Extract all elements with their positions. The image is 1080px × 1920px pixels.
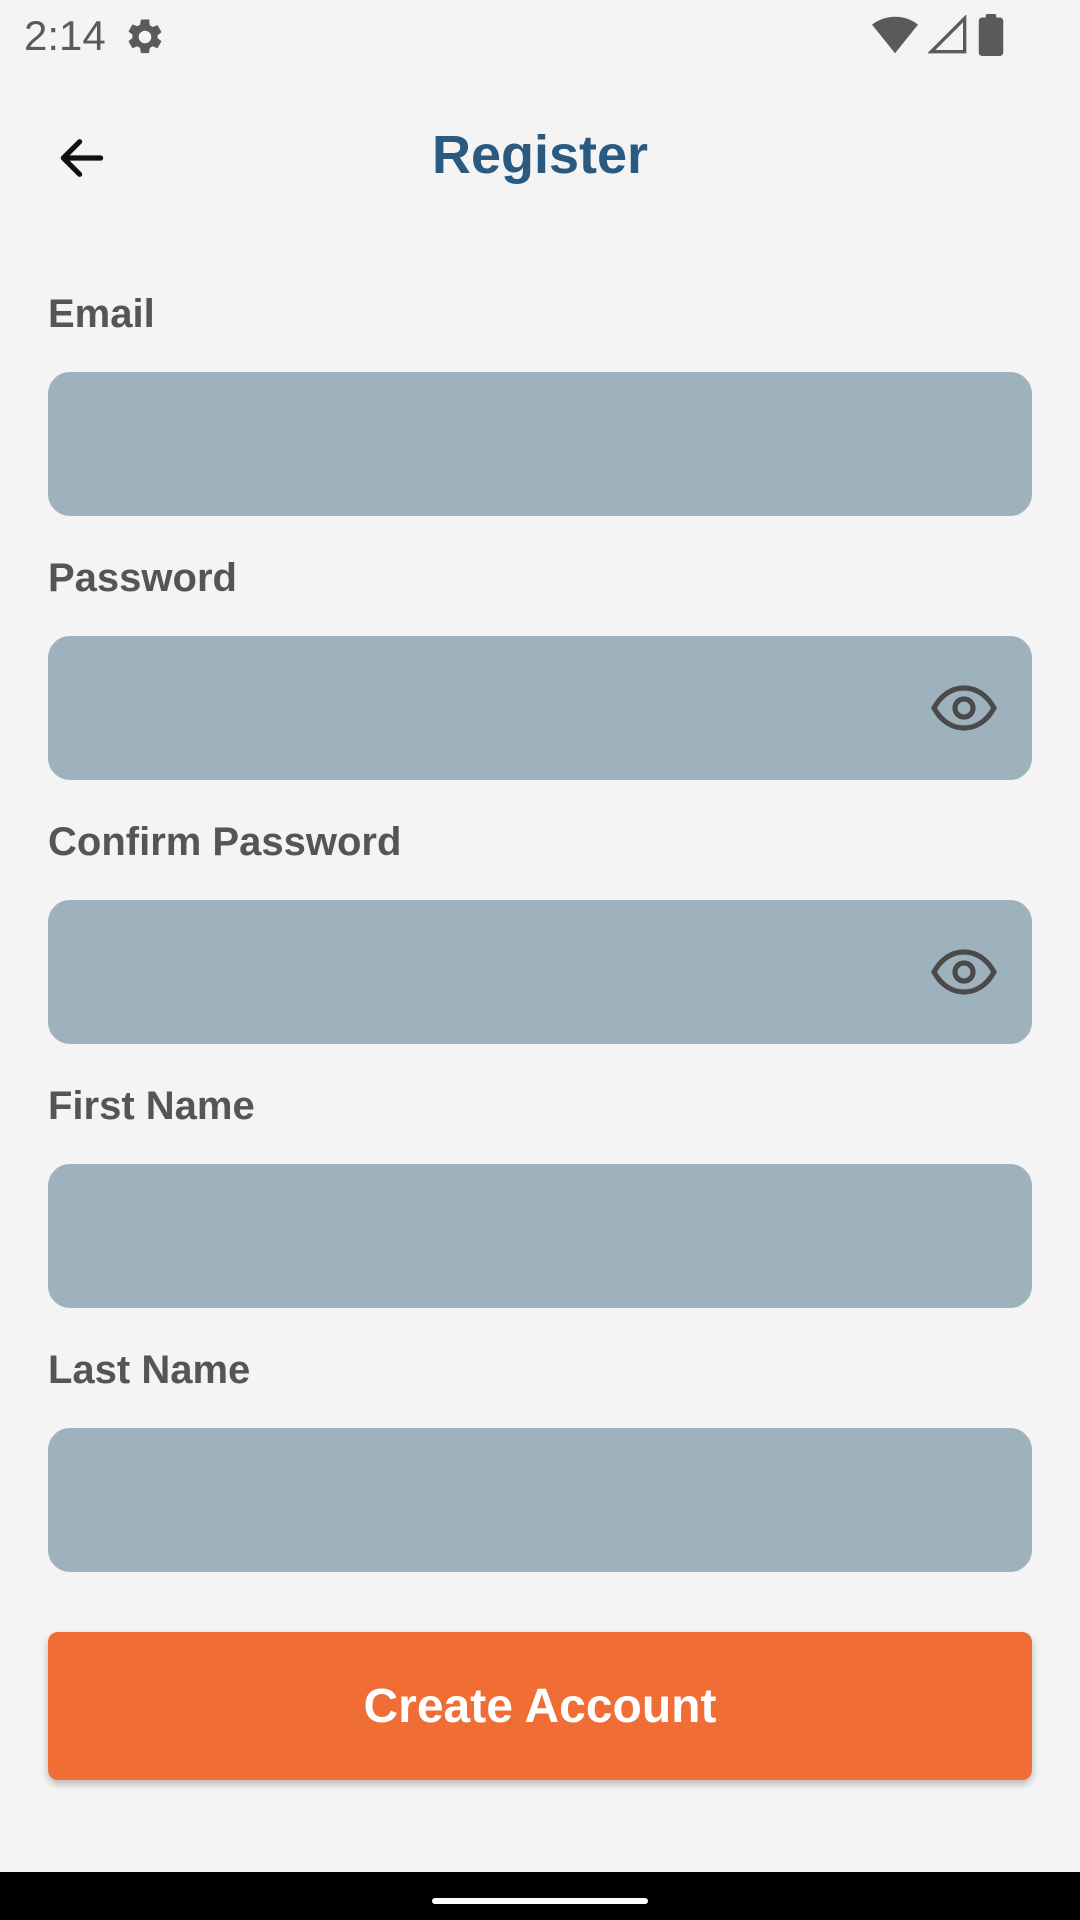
password-visibility-toggle[interactable] (930, 680, 998, 736)
status-time: 2:14 (24, 12, 106, 59)
eye-icon (931, 949, 997, 995)
status-icons (872, 14, 1004, 56)
last-name-input[interactable] (48, 1428, 1032, 1572)
create-account-button[interactable]: Create Account (48, 1632, 1032, 1780)
first-name-label: First Name (48, 1084, 255, 1128)
confirm-password-input[interactable] (48, 900, 1032, 1044)
email-input[interactable] (48, 372, 1032, 516)
app-bar: Register (0, 96, 1080, 216)
gear-icon (128, 19, 162, 54)
first-name-input[interactable] (48, 1164, 1032, 1308)
password-input[interactable] (48, 636, 1032, 780)
battery-icon (978, 14, 1004, 56)
email-label: Email (48, 292, 155, 336)
register-screen: 2:14 Register Email Password Confirm Pas… (0, 0, 1080, 1920)
password-label: Password (48, 556, 237, 600)
home-gesture-handle[interactable] (432, 1898, 648, 1904)
confirm-password-visibility-toggle[interactable] (930, 944, 998, 1000)
wifi-icon (872, 16, 918, 54)
signal-icon (928, 15, 967, 54)
last-name-label: Last Name (48, 1348, 251, 1392)
confirm-password-label: Confirm Password (48, 820, 402, 864)
status-bar: 2:14 (0, 0, 1080, 74)
page-title: Register (431, 125, 649, 185)
eye-icon (931, 685, 997, 731)
system-navigation-bar (0, 1872, 1080, 1920)
